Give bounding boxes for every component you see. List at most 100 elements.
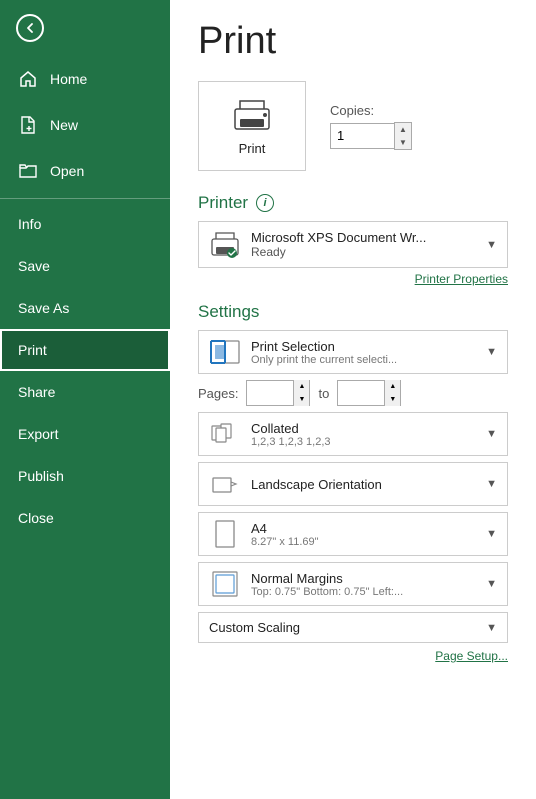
sidebar-item-close-label: Close [18, 510, 54, 526]
pages-label: Pages: [198, 386, 238, 401]
sidebar-item-save-as-label: Save As [18, 300, 69, 316]
setting-margins-sub: Top: 0.75" Bottom: 0.75" Left:... [251, 586, 476, 598]
setting-margins-main: Normal Margins [251, 571, 476, 586]
setting-scaling[interactable]: Custom Scaling ▼ [198, 612, 508, 643]
setting-margins-info: Normal Margins Top: 0.75" Bottom: 0.75" … [251, 571, 476, 598]
pages-from-input[interactable] [247, 381, 293, 405]
paper-icon [209, 520, 241, 548]
copies-input[interactable] [330, 123, 394, 149]
pages-to-label: to [318, 386, 329, 401]
printer-info-icon[interactable]: i [256, 194, 274, 212]
collated-arrow: ▼ [486, 428, 497, 440]
copies-spinner: ▲ ▼ [330, 122, 412, 150]
sidebar-item-open-label: Open [50, 163, 84, 179]
setting-paper-size-sub: 8.27" x 11.69" [251, 536, 476, 548]
setting-collated[interactable]: Collated 1,2,3 1,2,3 1,2,3 ▼ [198, 412, 508, 456]
setting-collated-main: Collated [251, 421, 476, 436]
copies-area: Copies: ▲ ▼ [330, 103, 412, 150]
sidebar-item-share[interactable]: Share [0, 371, 170, 413]
printer-select-icon [209, 231, 241, 259]
pages-to-input-box: ▲ ▼ [337, 380, 401, 406]
pages-to-decrement[interactable]: ▼ [385, 393, 400, 406]
setting-paper-size[interactable]: A4 8.27" x 11.69" ▼ [198, 512, 508, 556]
printer-name: Microsoft XPS Document Wr... [251, 230, 476, 245]
sidebar-item-save-label: Save [18, 258, 50, 274]
back-button[interactable] [0, 0, 170, 56]
page-setup-link[interactable]: Page Setup... [198, 649, 508, 663]
orientation-arrow: ▼ [486, 478, 497, 490]
margins-arrow: ▼ [486, 578, 497, 590]
setting-scaling-main: Custom Scaling [209, 620, 476, 635]
copies-decrement-button[interactable]: ▼ [395, 136, 411, 149]
setting-orientation-info: Landscape Orientation [251, 477, 476, 492]
sidebar-item-export-label: Export [18, 426, 58, 442]
pages-to-spinner: ▲ ▼ [384, 380, 400, 406]
home-icon [18, 69, 38, 89]
sidebar-item-save-as[interactable]: Save As [0, 287, 170, 329]
sidebar-item-print-label: Print [18, 342, 47, 358]
pages-from-increment[interactable]: ▲ [294, 380, 309, 393]
printer-section-header: Printer i [198, 193, 508, 213]
sidebar-item-export[interactable]: Export [0, 413, 170, 455]
main-content: Print Print Copies: ▲ ▼ Prin [170, 0, 536, 799]
copies-spinner-buttons: ▲ ▼ [394, 122, 412, 150]
paper-size-arrow: ▼ [486, 528, 497, 540]
pages-from-spinner: ▲ ▼ [293, 380, 309, 406]
pages-row: Pages: ▲ ▼ to ▲ ▼ [198, 380, 508, 406]
sidebar-item-new-label: New [50, 117, 78, 133]
pages-to-input[interactable] [338, 381, 384, 405]
back-icon [16, 14, 44, 42]
setting-paper-size-info: A4 8.27" x 11.69" [251, 521, 476, 548]
printer-properties-link[interactable]: Printer Properties [198, 272, 508, 286]
setting-orientation[interactable]: Landscape Orientation ▼ [198, 462, 508, 506]
printer-section-label: Printer [198, 193, 248, 213]
pages-from-decrement[interactable]: ▼ [294, 393, 309, 406]
sidebar-navigation: Home New Open [0, 56, 170, 799]
copies-increment-button[interactable]: ▲ [395, 123, 411, 136]
sidebar-item-save[interactable]: Save [0, 245, 170, 287]
open-icon [18, 161, 38, 181]
setting-orientation-main: Landscape Orientation [251, 477, 476, 492]
sidebar-item-home-label: Home [50, 71, 87, 87]
sidebar-item-new[interactable]: New [0, 102, 170, 148]
sidebar-item-home[interactable]: Home [0, 56, 170, 102]
setting-print-selection-info: Print Selection Only print the current s… [251, 339, 476, 366]
print-selection-arrow: ▼ [486, 346, 497, 358]
sidebar-item-publish[interactable]: Publish [0, 455, 170, 497]
print-area: Print Copies: ▲ ▼ [198, 81, 508, 171]
sidebar: Home New Open [0, 0, 170, 799]
sidebar-item-print[interactable]: Print [0, 329, 170, 371]
setting-collated-sub: 1,2,3 1,2,3 1,2,3 [251, 436, 476, 448]
margins-icon [209, 570, 241, 598]
setting-print-selection[interactable]: Print Selection Only print the current s… [198, 330, 508, 374]
collated-icon [209, 420, 241, 448]
new-icon [18, 115, 38, 135]
settings-section-header: Settings [198, 302, 508, 322]
printer-selector[interactable]: Microsoft XPS Document Wr... Ready ▼ [198, 221, 508, 268]
setting-scaling-info: Custom Scaling [209, 620, 476, 635]
sidebar-item-share-label: Share [18, 384, 55, 400]
landscape-icon [209, 470, 241, 498]
printer-info: Microsoft XPS Document Wr... Ready [251, 230, 476, 259]
copies-label: Copies: [330, 103, 412, 118]
scaling-arrow: ▼ [486, 622, 497, 634]
setting-print-selection-main: Print Selection [251, 339, 476, 354]
pages-to-increment[interactable]: ▲ [385, 380, 400, 393]
setting-print-selection-sub: Only print the current selecti... [251, 354, 476, 366]
sidebar-item-close[interactable]: Close [0, 497, 170, 539]
settings-section-label: Settings [198, 302, 259, 322]
print-button-label: Print [239, 141, 266, 156]
setting-collated-info: Collated 1,2,3 1,2,3 1,2,3 [251, 421, 476, 448]
sidebar-item-open[interactable]: Open [0, 148, 170, 194]
printer-icon-large [229, 97, 275, 133]
print-button[interactable]: Print [198, 81, 306, 171]
sidebar-item-publish-label: Publish [18, 468, 64, 484]
sidebar-item-info-label: Info [18, 216, 41, 232]
pages-from-input-box: ▲ ▼ [246, 380, 310, 406]
printer-dropdown-arrow: ▼ [486, 239, 497, 251]
printer-status: Ready [251, 245, 476, 259]
setting-margins[interactable]: Normal Margins Top: 0.75" Bottom: 0.75" … [198, 562, 508, 606]
page-title: Print [198, 20, 508, 63]
setting-paper-size-main: A4 [251, 521, 476, 536]
sidebar-item-info[interactable]: Info [0, 203, 170, 245]
